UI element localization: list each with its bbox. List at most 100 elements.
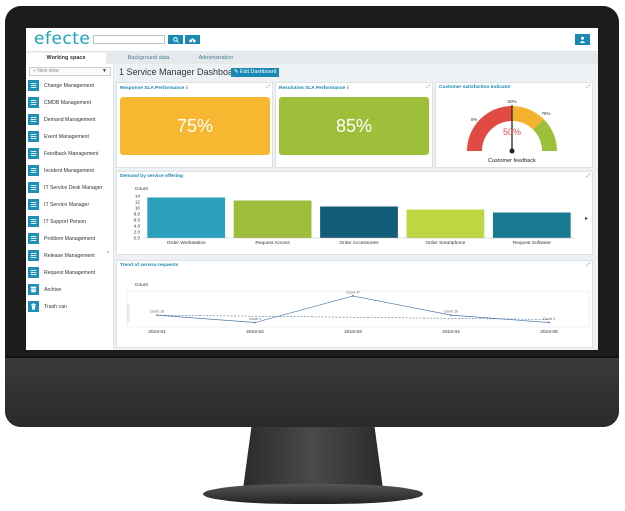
x-tick-label: 2018-03 [344, 329, 362, 335]
bar [147, 197, 226, 238]
sidebar-item-label: IT Support Person [44, 218, 87, 225]
panel-customer-satisfaction: Customer satisfaction indicator ⤢ 50% 0%… [435, 82, 593, 168]
data-point-label: Count: 47 [346, 290, 360, 294]
binoculars-icon [189, 37, 196, 42]
table-icon [28, 97, 39, 108]
plot-frame [126, 290, 590, 328]
y-axis-label: Count [135, 186, 148, 192]
new-view-label: New view [37, 68, 59, 74]
trend-line [156, 314, 550, 320]
table-icon [28, 267, 39, 278]
monitor-stand-neck [243, 427, 383, 489]
resolution-sla-value: 85% [279, 97, 429, 155]
sidebar-item-label: Release Management [44, 252, 95, 259]
table-icon [28, 182, 39, 193]
data-point [548, 321, 550, 324]
x-tick-label: Request Software [513, 240, 551, 246]
data-point [450, 314, 452, 317]
sidebar-item-demand-management[interactable]: Demand Management [28, 113, 112, 126]
data-point-label: Count: 4 [249, 317, 261, 321]
sidebar-item-problem-management[interactable]: Problem Management [28, 232, 112, 245]
gauge-caption: Customer feedback [488, 158, 536, 164]
x-tick-label: Request Access [255, 240, 290, 246]
edit-dashboard-button[interactable]: ✎ Edit Dashboard [231, 68, 280, 77]
gauge-hub [509, 148, 515, 154]
scroll-next-icon: ▸ [585, 216, 588, 222]
trash-icon [28, 301, 39, 312]
sidebar-item-feedback-management[interactable]: Feedback Management [28, 147, 112, 160]
sidebar-item-label: Event Management [44, 133, 89, 140]
y-axis-label: Count [135, 282, 148, 288]
new-view-select[interactable]: + New view ▼ [29, 67, 111, 76]
data-point [352, 295, 354, 297]
sidebar-item-change-management[interactable]: Change Management [28, 79, 112, 92]
y-tick-label: 2.0 [134, 230, 141, 235]
info-icon[interactable]: i [186, 85, 187, 90]
tab-working-space[interactable]: Working space [26, 53, 106, 64]
top-bar: efecte [26, 28, 598, 52]
trend-line-chart: Count Count: 16 Count: 4 Count: 47 Count: 16… [126, 282, 590, 335]
sidebar-item-it-service-manager[interactable]: IT Service Manager [28, 198, 112, 211]
data-point-label: Count: 4 [543, 317, 555, 321]
bar [320, 206, 398, 238]
sidebar-item-event-management[interactable]: Event Management [28, 130, 112, 143]
bar [233, 200, 312, 238]
y-tick-label: 4.0 [134, 224, 141, 229]
gauge-tick-label: 0% [471, 117, 478, 122]
table-icon [28, 131, 39, 142]
x-tick-label: Order Accessories [339, 240, 379, 246]
sidebar-item-it-support-person[interactable]: IT Support Person [28, 215, 112, 228]
sidebar-item-label: Archive [44, 286, 62, 293]
data-point [254, 321, 256, 324]
panel-title: Resolution SLA Performance i [279, 85, 349, 91]
advanced-search-button[interactable] [185, 35, 200, 44]
panel-menu-icon[interactable]: ⤢ [266, 84, 270, 90]
user-icon [579, 36, 586, 43]
table-icon [28, 233, 39, 244]
sidebar-item-incident-management[interactable]: Incident Management [28, 164, 112, 177]
search-input[interactable] [93, 35, 165, 44]
data-point-label: Count: 16 [444, 310, 458, 314]
sidebar-item-label: Problem Management [44, 235, 96, 242]
sidebar-item-trash-can[interactable]: Trash can [28, 300, 112, 313]
table-icon [28, 199, 39, 210]
bar [406, 209, 485, 238]
sidebar-item-cmdb-management[interactable]: CMDB Management [28, 96, 112, 109]
panel-demand-by-service: Demand by service offering ⤢ Count 14 12 10… [116, 171, 593, 255]
table-icon [28, 80, 39, 91]
sidebar-item-release-management[interactable]: Release Management [28, 249, 112, 262]
panel-trend-service-requests: Trend of service requests ⤢ Count Count: … [116, 260, 593, 348]
bar [492, 212, 571, 238]
sidebar-item-label: Request Management [44, 269, 96, 276]
page-title: 1 Service Manager Dashboard [119, 67, 242, 77]
panel-menu-icon[interactable]: ⤢ [426, 84, 430, 90]
sidebar: + New view ▼ Change Management CMDB Mana… [26, 64, 114, 350]
table-icon [28, 148, 39, 159]
info-icon[interactable]: i [347, 85, 348, 90]
tab-administration[interactable]: Administration [171, 53, 261, 64]
data-point-label: Count: 16 [150, 310, 164, 314]
user-menu-button[interactable] [575, 34, 590, 45]
sidebar-item-it-service-desk-manager[interactable]: IT Service Desk Manager [28, 181, 112, 194]
y-tick-label: 14 [135, 194, 141, 199]
monitor-chin-divider [5, 356, 619, 358]
sidebar-item-label: IT Service Manager [44, 201, 90, 208]
collapse-sidebar-icon[interactable]: ‹ [107, 250, 109, 256]
gauge-value-label: 50% [503, 127, 521, 137]
search-button[interactable] [168, 35, 183, 44]
screen: efecte Working space Background data Adm… [26, 28, 598, 350]
x-tick-label: 2018-06 [540, 329, 558, 335]
panel-resolution-sla: Resolution SLA Performance i ⤢ 85% [275, 82, 433, 168]
sidebar-item-archive[interactable]: Archive [28, 283, 112, 296]
x-tick-label: 2018-01 [148, 329, 166, 335]
y-tick-label: 12 [135, 200, 141, 205]
edit-dashboard-label: Edit Dashboard [239, 69, 277, 75]
data-point [156, 314, 158, 317]
y-tick-label: 0.0 [134, 236, 141, 241]
table-icon [28, 165, 39, 176]
panel-response-sla: Response SLA Performance i ⤢ 75% [116, 82, 273, 168]
sidebar-item-label: IT Service Desk Manager [44, 184, 103, 191]
sidebar-item-request-management[interactable]: Request Management [28, 266, 112, 279]
gauge-tick-label: 50% [507, 99, 516, 104]
panel-title: Response SLA Performance i [120, 85, 188, 91]
